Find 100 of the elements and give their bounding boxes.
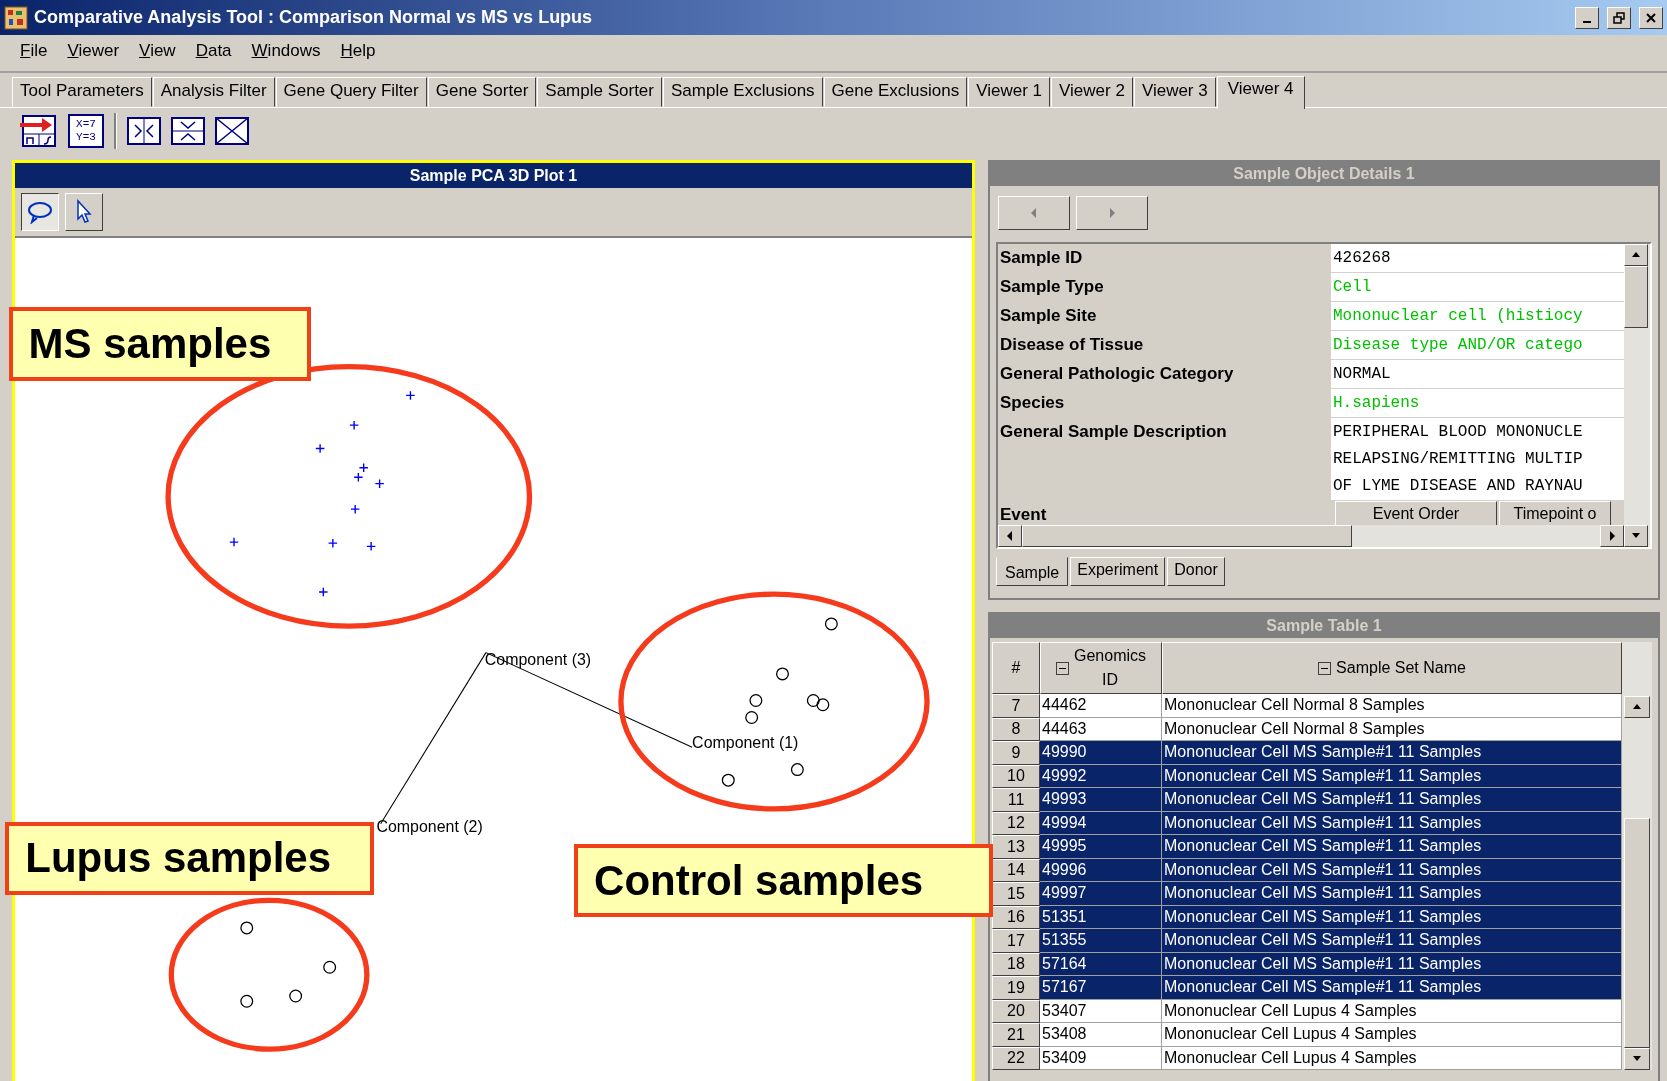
table-cell[interactable]: 51351: [1040, 905, 1162, 929]
collapse-icon: [1318, 661, 1332, 675]
table-cell[interactable]: 51355: [1040, 929, 1162, 953]
row-number: 17: [992, 929, 1040, 953]
tab[interactable]: Experiment: [1070, 557, 1166, 586]
table-cell[interactable]: Mononuclear Cell Lupus 4 Samples: [1162, 1023, 1622, 1047]
table-cell[interactable]: 53407: [1040, 999, 1162, 1023]
table-cell[interactable]: Mononuclear Cell MS Sample#1 11 Samples: [1162, 952, 1622, 976]
tab[interactable]: Viewer 1: [968, 77, 1051, 107]
tab[interactable]: Donor: [1167, 557, 1225, 586]
data-point: [327, 538, 338, 549]
table-cell[interactable]: Mononuclear Cell MS Sample#1 11 Samples: [1162, 882, 1622, 906]
table-cell[interactable]: Mononuclear Cell MS Sample#1 11 Samples: [1162, 764, 1622, 788]
close-view-icon[interactable]: [215, 114, 249, 148]
data-point: [240, 921, 254, 935]
previous-button[interactable]: [998, 196, 1070, 230]
property-value: RELAPSING/REMITTING MULTIP: [1333, 448, 1584, 470]
table-cell[interactable]: Mononuclear Cell Normal 8 Samples: [1162, 694, 1622, 718]
row-number: 15: [992, 882, 1040, 906]
restore-icon: [1613, 11, 1625, 24]
horizontal-scrollbar[interactable]: [998, 525, 1624, 547]
property-label: General Pathologic Category: [999, 363, 1235, 385]
column-header[interactable]: #: [992, 642, 1040, 694]
tab[interactable]: Analysis Filter: [152, 77, 275, 107]
table-cell[interactable]: 57164: [1040, 952, 1162, 976]
menu-item[interactable]: File: [10, 40, 58, 61]
formula-button[interactable]: X=7 Y=3: [68, 114, 104, 148]
tab[interactable]: Gene Sorter: [427, 77, 537, 107]
data-point: [721, 773, 735, 787]
tab[interactable]: Viewer 3: [1133, 77, 1216, 107]
data-point: [315, 443, 326, 454]
split-horizontal-icon[interactable]: [127, 114, 161, 148]
table-cell[interactable]: 53408: [1040, 1023, 1162, 1047]
property-value: NORMAL: [1333, 363, 1392, 385]
data-point: [229, 537, 239, 548]
property-label: Sample Type: [999, 276, 1105, 298]
table-cell[interactable]: Mononuclear Cell Normal 8 Samples: [1162, 717, 1622, 741]
table-cell[interactable]: Mononuclear Cell MS Sample#1 11 Samples: [1162, 835, 1622, 859]
table-cell[interactable]: 49995: [1040, 835, 1162, 859]
tab[interactable]: Viewer 4: [1216, 76, 1305, 109]
table-cell[interactable]: 44462: [1040, 694, 1162, 718]
restore-button[interactable]: [1607, 6, 1631, 29]
table-cell[interactable]: Mononuclear Cell MS Sample#1 11 Samples: [1162, 858, 1622, 882]
table-cell[interactable]: Mononuclear Cell MS Sample#1 11 Samples: [1162, 811, 1622, 835]
menu-item[interactable]: View: [129, 40, 186, 61]
data-point: [816, 698, 830, 712]
row-number: 16: [992, 905, 1040, 929]
column-header[interactable]: Timepoint o: [1499, 501, 1611, 525]
menu-item[interactable]: Data: [185, 40, 242, 61]
table-cell[interactable]: 49992: [1040, 764, 1162, 788]
table-cell[interactable]: Mononuclear Cell MS Sample#1 11 Samples: [1162, 741, 1622, 765]
table-cell[interactable]: 49997: [1040, 882, 1162, 906]
tab[interactable]: Sample: [996, 557, 1069, 586]
collapse-icon: [1056, 661, 1069, 675]
split-vertical-icon[interactable]: [171, 114, 205, 148]
table-cell[interactable]: Mononuclear Cell Lupus 4 Samples: [1162, 1046, 1622, 1070]
table-cell[interactable]: 49994: [1040, 811, 1162, 835]
property-value: OF LYME DISEASE AND RAYNAU: [1333, 475, 1584, 497]
property-label: Event: [999, 504, 1048, 525]
data-point: [358, 462, 369, 473]
column-header[interactable]: Genomics ID: [1040, 642, 1162, 694]
table-cell[interactable]: Mononuclear Cell MS Sample#1 11 Samples: [1162, 788, 1622, 812]
tab[interactable]: Gene Exclusions: [823, 77, 968, 107]
table-cell[interactable]: Mononuclear Cell MS Sample#1 11 Samples: [1162, 929, 1622, 953]
scrollbar-thumb[interactable]: [1022, 525, 1352, 547]
tab[interactable]: Sample Sorter: [537, 77, 662, 107]
next-button[interactable]: [1076, 196, 1148, 230]
data-point: [318, 587, 329, 597]
table-cell[interactable]: Mononuclear Cell Lupus 4 Samples: [1162, 999, 1622, 1023]
tab[interactable]: Tool Parameters: [12, 77, 152, 107]
table-cell[interactable]: 49993: [1040, 788, 1162, 812]
minimize-button[interactable]: [1575, 6, 1599, 29]
plot-tool-button[interactable]: [21, 193, 59, 231]
property-value: 426268: [1333, 247, 1392, 269]
table-cell[interactable]: 53409: [1040, 1046, 1162, 1070]
data-point: [776, 667, 789, 681]
menu-item[interactable]: Windows: [241, 40, 331, 61]
scrollbar-thumb[interactable]: [1624, 266, 1648, 328]
table-cell[interactable]: 49996: [1040, 858, 1162, 882]
tab[interactable]: Gene Query Filter: [275, 77, 427, 107]
data-point: [806, 694, 820, 707]
tab[interactable]: Sample Exclusions: [663, 77, 823, 107]
table-cell[interactable]: 49990: [1040, 741, 1162, 765]
menu-item[interactable]: Viewer: [57, 40, 130, 61]
close-button[interactable]: [1639, 6, 1663, 29]
vertical-scrollbar[interactable]: [1624, 244, 1650, 547]
column-header[interactable]: Event Order: [1335, 501, 1497, 525]
table-cell[interactable]: 57167: [1040, 976, 1162, 1000]
row-number: 7: [992, 694, 1040, 718]
axis-label: Component (1): [692, 734, 799, 752]
data-point: [289, 989, 303, 1003]
table-cell[interactable]: Mononuclear Cell MS Sample#1 11 Samples: [1162, 976, 1622, 1000]
menu-item[interactable]: Help: [330, 40, 386, 61]
scrollbar-thumb[interactable]: [1624, 818, 1650, 1048]
column-header[interactable]: Sample Set Name: [1162, 642, 1622, 694]
table-cell[interactable]: 44463: [1040, 717, 1162, 741]
tab[interactable]: Viewer 2: [1051, 77, 1133, 107]
vertical-scrollbar[interactable]: [1622, 642, 1652, 1070]
table-cell[interactable]: Mononuclear Cell MS Sample#1 11 Samples: [1162, 905, 1622, 929]
lasso-icon: [26, 200, 54, 224]
